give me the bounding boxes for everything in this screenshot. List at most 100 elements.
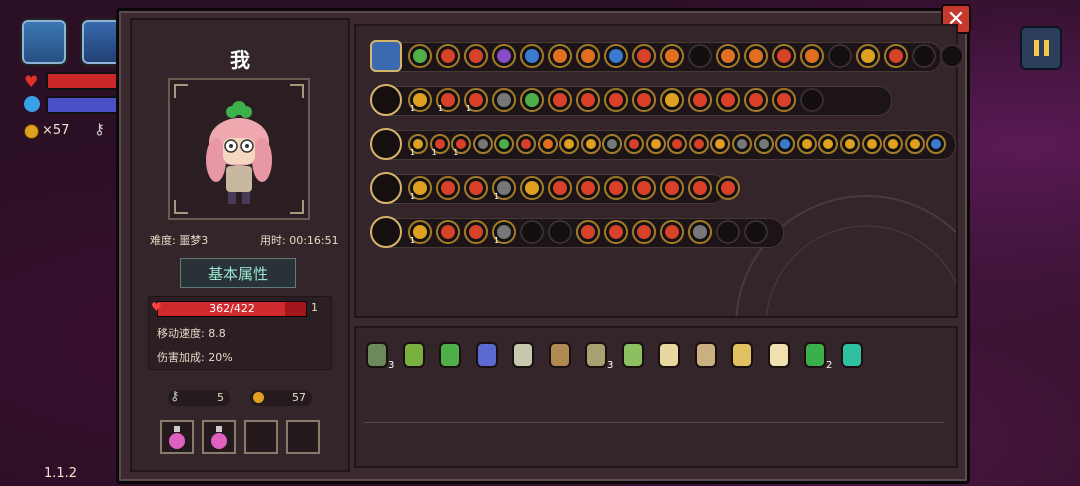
skill-blue-icon[interactable] [520, 44, 544, 68]
skill-red-icon[interactable] [716, 88, 740, 112]
skill-red-icon[interactable] [716, 176, 740, 200]
skill-red-icon[interactable] [632, 44, 656, 68]
empty-skill-slot[interactable] [744, 220, 768, 244]
skill-red-icon[interactable] [604, 88, 628, 112]
skill-red-icon[interactable] [688, 176, 712, 200]
skill-red-icon[interactable] [772, 44, 796, 68]
skill-gold-icon[interactable] [840, 134, 860, 154]
skill-orange-icon[interactable] [537, 134, 558, 154]
skill-gold-icon[interactable] [856, 44, 880, 68]
insect-relic-icon[interactable] [510, 340, 536, 370]
skill-glyph [801, 139, 812, 149]
skill-red-icon[interactable] [624, 134, 644, 154]
cloak-relic-icon[interactable] [364, 340, 390, 370]
empty-skill-slot[interactable] [912, 44, 936, 68]
pause-button[interactable] [1020, 26, 1062, 70]
skill-red-icon[interactable] [464, 176, 488, 200]
hook-relic-icon[interactable] [583, 340, 609, 370]
empty-skill-slot[interactable] [940, 44, 964, 68]
skill-gray-icon[interactable] [688, 220, 712, 244]
skill-orange-icon[interactable] [660, 44, 684, 68]
skill-red-icon[interactable] [548, 176, 572, 200]
fan-relic-icon[interactable] [839, 340, 865, 370]
skill-orange-icon[interactable] [744, 44, 768, 68]
magic-staff-icon[interactable] [370, 84, 402, 116]
skill-gold-icon[interactable] [580, 134, 601, 154]
golden-staff-icon[interactable] [370, 128, 402, 160]
skill-red-icon[interactable] [516, 134, 536, 154]
stats-box: 362/422 ♥ 1 移动速度: 8.8 伤害加成: 20% [148, 296, 332, 370]
bone-relic-icon[interactable] [656, 340, 682, 370]
skill-red-icon[interactable] [436, 176, 460, 200]
empty-skill-slot[interactable] [828, 44, 852, 68]
skill-red-icon[interactable] [660, 220, 684, 244]
skill-red-icon[interactable] [688, 134, 709, 154]
skill-gray-icon[interactable] [492, 88, 516, 112]
skill-blue-icon[interactable] [604, 44, 628, 68]
skill-gray-icon[interactable] [472, 134, 493, 154]
skill-orange-icon[interactable] [800, 44, 824, 68]
potion-slot-4[interactable] [286, 420, 320, 454]
potion-slot-3[interactable] [244, 420, 278, 454]
key-relic-icon[interactable] [693, 340, 719, 370]
green-hat-relic-icon[interactable] [437, 340, 463, 370]
skill-gray-icon[interactable] [753, 134, 774, 154]
leaf-relic-icon[interactable] [620, 340, 646, 370]
skill-red-icon[interactable] [604, 220, 628, 244]
bottle-relic-icon[interactable] [547, 340, 573, 370]
skill-red-icon[interactable] [660, 176, 684, 200]
teeth-relic-icon[interactable] [766, 340, 792, 370]
potion-slot-2[interactable] [202, 420, 236, 454]
skill-red-icon[interactable] [604, 176, 628, 200]
key-icon: ⚷ [94, 120, 105, 138]
boot-relic-icon[interactable] [401, 340, 427, 370]
skill-orange-icon[interactable] [716, 44, 740, 68]
empty-skill-slot[interactable] [520, 220, 544, 244]
skill-gold-icon[interactable] [796, 134, 817, 154]
skill-orange-icon[interactable] [548, 44, 572, 68]
skill-gray-icon[interactable] [732, 134, 752, 154]
jellyfish-relic-icon[interactable] [474, 340, 500, 370]
skill-gold-icon[interactable] [660, 88, 684, 112]
empty-skill-slot[interactable] [548, 220, 572, 244]
skill-red-icon[interactable] [632, 220, 656, 244]
skill-level-badge: 1 [410, 104, 416, 113]
skill-glyph [553, 93, 567, 107]
skill-green-icon[interactable] [520, 88, 544, 112]
skill-gold-icon[interactable] [645, 134, 666, 154]
empty-skill-slot[interactable] [800, 88, 824, 112]
gauntlet-icon[interactable] [370, 216, 402, 248]
skill-glyph [581, 49, 595, 63]
skill-green-icon[interactable] [408, 44, 432, 68]
skill-red-icon[interactable] [436, 220, 460, 244]
attributes-title[interactable]: 基本属性 [180, 258, 296, 288]
skill-red-icon[interactable] [436, 44, 460, 68]
empty-skill-slot[interactable] [688, 44, 712, 68]
skill-red-icon[interactable] [688, 88, 712, 112]
empty-skill-slot[interactable] [716, 220, 740, 244]
skill-red-icon[interactable] [464, 44, 488, 68]
skill-purple-icon[interactable] [492, 44, 516, 68]
clover-relic-icon[interactable] [802, 340, 828, 370]
skill-red-icon[interactable] [464, 220, 488, 244]
potion-slot-1[interactable] [160, 420, 194, 454]
skill-orange-icon[interactable] [576, 44, 600, 68]
skill-red-icon[interactable] [576, 88, 600, 112]
skill-level-badge: 1 [494, 192, 500, 201]
skill-gold-icon[interactable] [520, 176, 544, 200]
skill-gold-icon[interactable] [861, 134, 882, 154]
skill-red-icon[interactable] [576, 176, 600, 200]
red-staff-icon[interactable] [370, 172, 402, 204]
skill-red-icon[interactable] [884, 44, 908, 68]
skill-red-icon[interactable] [632, 88, 656, 112]
goggles-relic-icon[interactable] [729, 340, 755, 370]
character-sprite-icon [206, 101, 272, 204]
skill-red-icon[interactable] [772, 88, 796, 112]
treasure-chest-icon[interactable] [370, 40, 402, 72]
hud-weapon-slot-chest[interactable] [20, 18, 68, 66]
skill-red-icon[interactable] [548, 88, 572, 112]
skill-red-icon[interactable] [632, 176, 656, 200]
skill-red-icon[interactable] [744, 88, 768, 112]
skill-gold-icon[interactable] [904, 134, 925, 154]
skill-red-icon[interactable] [576, 220, 600, 244]
